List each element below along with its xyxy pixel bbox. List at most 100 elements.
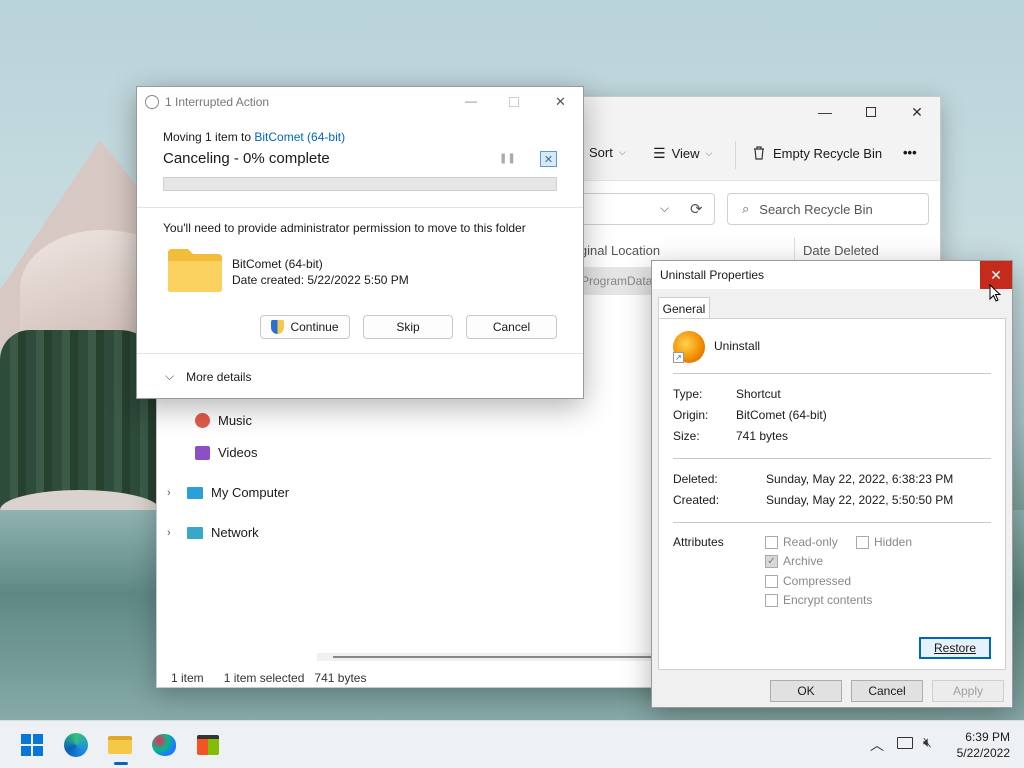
toolbar-divider (735, 141, 736, 169)
created-label: Created: (673, 493, 720, 507)
restore-button[interactable]: Restore (919, 637, 991, 659)
store-taskbar-button[interactable] (194, 731, 222, 759)
store-icon (197, 735, 219, 755)
nav-item-videos[interactable]: Videos (195, 445, 258, 460)
deleted-label: Deleted: (673, 472, 718, 486)
cancel-button[interactable]: Cancel (851, 680, 923, 702)
scrollbar-thumb[interactable] (333, 656, 653, 658)
general-panel: ↗ Uninstall Type: Shortcut Origin: BitCo… (658, 318, 1006, 670)
clock[interactable]: 6:39 PM 5/22/2022 (957, 729, 1010, 761)
encrypt-checkbox[interactable]: Encrypt contents (765, 593, 872, 607)
horizontal-scrollbar[interactable] (317, 653, 657, 661)
close-icon: ✕ (990, 266, 1002, 283)
nav-item-my-computer[interactable]: › My Computer (167, 485, 289, 500)
address-bar[interactable]: ⌵ ⟳ (577, 193, 715, 225)
more-options-button[interactable]: ••• (903, 145, 917, 160)
windows-icon (21, 734, 43, 756)
more-icon: ••• (903, 145, 917, 160)
column-date-deleted[interactable]: Date Deleted (803, 243, 879, 258)
view-button[interactable]: ☰ View ⌵ (653, 145, 712, 162)
sort-button[interactable]: Sort ⌵ (589, 145, 626, 160)
chevron-up-icon[interactable]: ︿ (870, 735, 884, 755)
nav-item-music[interactable]: Music (195, 413, 252, 428)
size-value: 741 bytes (736, 429, 789, 443)
nav-label: Network (211, 525, 259, 540)
edge-icon (64, 733, 88, 757)
chevron-down-icon: ⌵ (165, 369, 175, 383)
search-box[interactable]: ⌕ Search Recycle Bin (727, 193, 929, 225)
paint-taskbar-button[interactable] (150, 731, 178, 759)
start-button[interactable] (18, 731, 46, 759)
cancel-button[interactable]: Cancel (466, 315, 557, 339)
hidden-checkbox[interactable]: Hidden (856, 535, 912, 549)
clock-time: 6:39 PM (965, 730, 1010, 744)
permission-message: You'll need to provide administrator per… (163, 221, 526, 235)
more-details-toggle[interactable]: ⌵ More details (165, 369, 251, 384)
maximize-button[interactable] (848, 97, 894, 127)
apply-button[interactable]: Apply (932, 680, 1004, 702)
view-label: View (671, 146, 700, 161)
archive-checkbox[interactable]: ✓ Archive (765, 554, 823, 568)
search-icon: ⌕ (742, 201, 750, 216)
maximize-button[interactable] (509, 97, 519, 107)
nav-item-network[interactable]: › Network (167, 525, 259, 540)
ok-button[interactable]: OK (770, 680, 842, 702)
volume-muted-icon[interactable]: 🔇︎ (923, 734, 932, 751)
chevron-down-icon: ⌵ (618, 147, 626, 157)
refresh-icon[interactable]: ⟳ (690, 200, 703, 218)
skip-button[interactable]: Skip (363, 315, 453, 339)
music-icon (195, 413, 210, 428)
progress-status: Canceling - 0% complete (163, 150, 330, 167)
compressed-checkbox[interactable]: Compressed (765, 574, 851, 588)
table-row[interactable]: ProgramData\ (577, 267, 657, 295)
pause-icon[interactable]: ❚❚ (499, 153, 516, 164)
trash-icon (754, 146, 764, 160)
close-button[interactable]: ✕ (555, 94, 566, 110)
status-bar: 1 item 1 item selected 741 bytes (171, 671, 366, 685)
divider (137, 207, 583, 208)
maximize-icon (866, 107, 876, 117)
checkbox-box (856, 535, 869, 549)
mouse-cursor-icon (989, 284, 1002, 302)
checkbox-box (765, 535, 778, 549)
nav-label: My Computer (211, 485, 290, 500)
empty-recycle-bin-label: Empty Recycle Bin (773, 145, 883, 161)
empty-recycle-bin-button[interactable]: Empty Recycle Bin (751, 145, 882, 161)
network-icon[interactable] (897, 737, 913, 749)
origin-value: BitComet (64-bit) (736, 408, 827, 422)
stop-button[interactable]: ✕ (540, 151, 557, 167)
minimize-icon: — (818, 104, 832, 120)
chevron-down-icon: ⌵ (705, 148, 713, 158)
chevron-right-icon[interactable]: › (167, 487, 179, 499)
checkbox-box (765, 574, 778, 588)
separator (673, 458, 991, 459)
attributes-label: Attributes (673, 535, 724, 549)
destination-link[interactable]: BitComet (64-bit) (254, 130, 345, 144)
close-icon: ✕ (911, 103, 923, 120)
continue-button[interactable]: Continue (260, 315, 350, 339)
tab-general[interactable]: General (658, 297, 710, 319)
nav-label: Videos (218, 445, 258, 460)
minimize-button[interactable]: — (465, 94, 477, 108)
checkbox-box (765, 593, 778, 607)
chevron-right-icon[interactable]: › (167, 527, 179, 539)
minimize-button[interactable]: — (802, 97, 848, 127)
dialog-title: 1 Interrupted Action (165, 95, 270, 109)
size-label: Size: (673, 429, 700, 443)
divider (137, 353, 583, 354)
clock-date: 5/22/2022 (956, 746, 1010, 760)
shortcut-arrow-icon: ↗ (673, 352, 684, 363)
close-button[interactable]: ✕ (894, 97, 940, 127)
properties-dialog: Uninstall Properties ✕ General ↗ Uninsta… (651, 260, 1013, 708)
column-original-location[interactable]: iginal Location (577, 243, 660, 258)
palette-icon (152, 734, 176, 756)
readonly-checkbox[interactable]: Read-only (765, 535, 838, 549)
edge-taskbar-button[interactable] (62, 731, 90, 759)
moving-text: Moving 1 item to BitComet (64-bit) (163, 130, 346, 144)
origin-label: Origin: (673, 408, 709, 422)
file-explorer-taskbar-button[interactable] (106, 731, 134, 765)
separator (673, 373, 991, 374)
row-location: ProgramData\ (581, 274, 656, 288)
view-icon: ☰ (653, 145, 666, 161)
checkmark-icon: ✓ (765, 554, 778, 568)
